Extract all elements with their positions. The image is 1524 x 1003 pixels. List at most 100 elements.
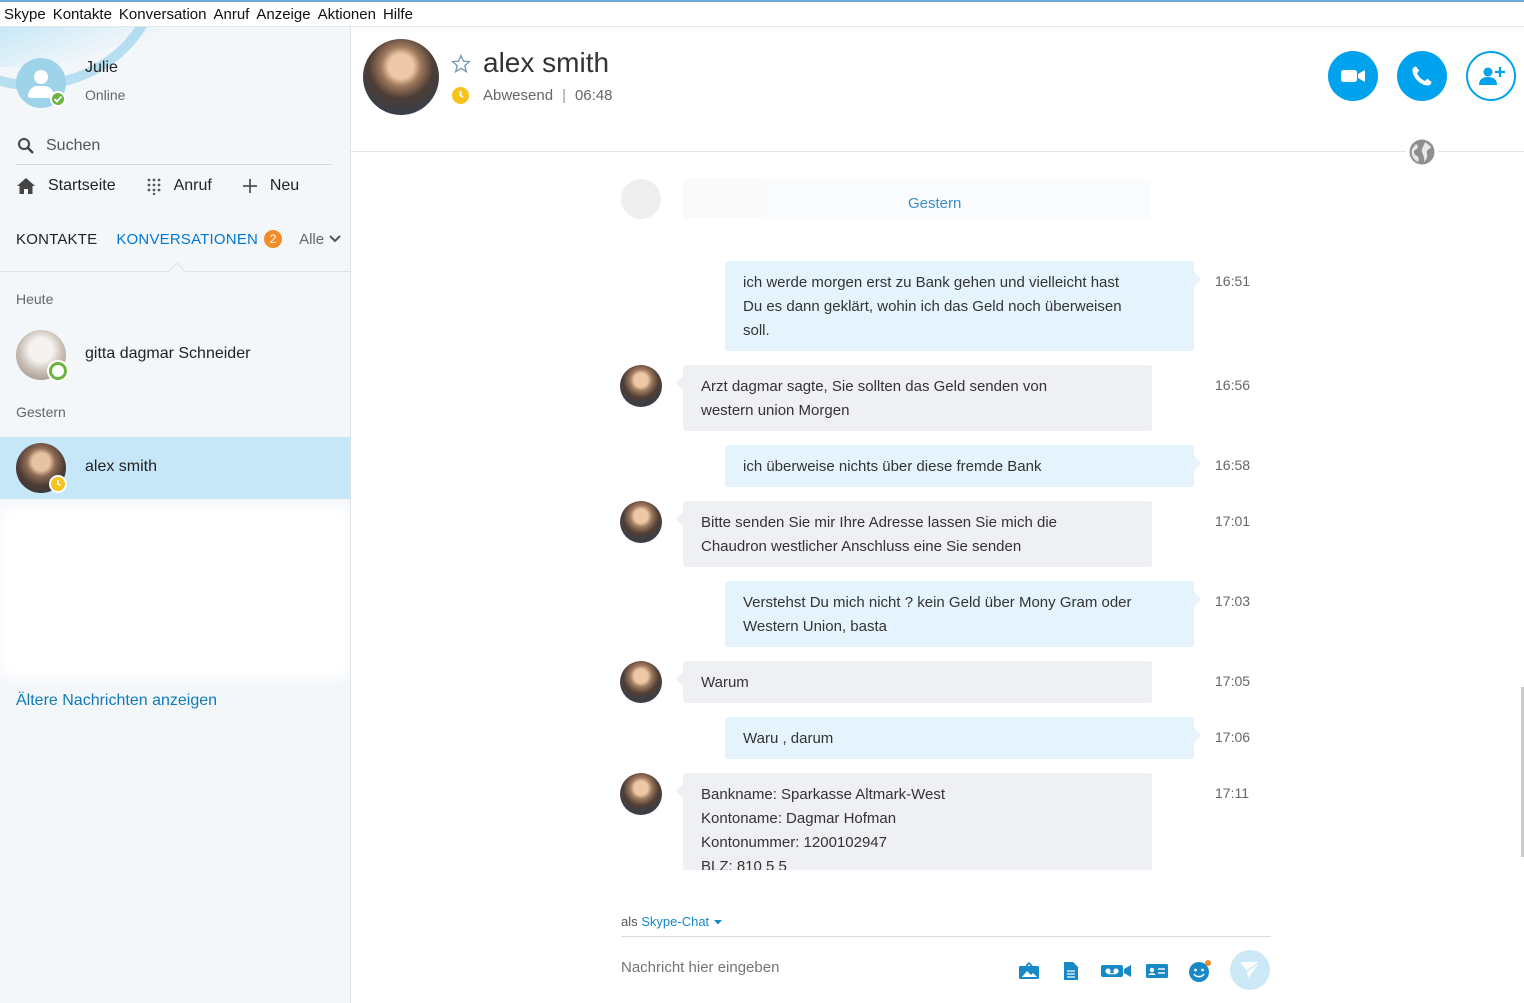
home-label: Startseite <box>48 177 116 194</box>
my-status[interactable]: Online <box>85 87 125 103</box>
header-divider <box>351 151 1524 152</box>
filter-dropdown[interactable]: Alle <box>299 231 341 248</box>
new-label: Neu <box>269 177 300 194</box>
phone-icon <box>1412 66 1432 86</box>
my-presence-indicator <box>50 91 66 107</box>
contact-name: alex smith <box>483 47 610 78</box>
section-today: Heute <box>16 291 54 307</box>
audio-call-button[interactable] <box>1397 51 1447 101</box>
composer-mode-prefix: als <box>621 914 638 929</box>
home-button[interactable]: Startseite <box>16 177 116 195</box>
menu-bar: Skype Kontakte Konversation Anruf Anzeige Akt… <box>0 0 1524 27</box>
contact-header-avatar[interactable] <box>363 39 439 115</box>
send-file-button[interactable] <box>1058 959 1084 983</box>
sender-avatar[interactable] <box>620 773 662 815</box>
file-icon <box>1064 962 1078 980</box>
presence-away-indicator <box>49 475 67 493</box>
menu-skype[interactable]: Skype <box>4 6 53 23</box>
send-contact-button[interactable] <box>1144 959 1170 983</box>
message-text: Verstehst Du mich nicht ? kein Geld über… <box>725 581 1194 647</box>
composer-mode-selector[interactable]: als Skype-Chat <box>621 914 723 929</box>
contact-status: Abwesend <box>483 87 554 104</box>
contact-status-line: Abwesend | 06:48 <box>483 87 613 104</box>
active-tab-indicator <box>168 262 186 280</box>
call-button[interactable]: Anruf <box>146 177 212 195</box>
message-text: Warum <box>683 661 1152 703</box>
message-list: Gestern ich werde morgen erst zu Bank ge… <box>351 177 1524 870</box>
date-separator: Gestern <box>908 195 962 212</box>
plus-icon <box>242 179 257 193</box>
unread-badge: 2 <box>264 230 283 248</box>
message-text: ich werde morgen erst zu Bank gehen und … <box>725 261 1194 351</box>
sender-avatar[interactable] <box>620 501 662 543</box>
clock-icon <box>459 91 464 98</box>
message-timestamp: 16:56 <box>1215 377 1251 393</box>
add-person-icon <box>1479 67 1505 85</box>
menu-anzeige[interactable]: Anzeige <box>256 6 317 23</box>
emoticon-button[interactable] <box>1187 959 1213 983</box>
message-timestamp: 17:06 <box>1215 729 1251 745</box>
my-name[interactable]: Julie <box>85 59 118 77</box>
tab-conversations[interactable]: KONVERSATIONEN <box>116 231 258 248</box>
message-text: Arzt dagmar sagte, Sie sollten das Geld … <box>683 365 1152 431</box>
conversation-item-gitta[interactable]: gitta dagmar Schneider <box>0 324 350 386</box>
filter-label: Alle <box>299 230 325 248</box>
emoticon-icon <box>1189 960 1211 982</box>
message-timestamp: 17:05 <box>1215 673 1251 689</box>
translator-button[interactable] <box>1406 136 1438 168</box>
conversation-name: gitta dagmar Schneider <box>85 345 251 362</box>
menu-hilfe[interactable]: Hilfe <box>383 6 420 23</box>
redacted-area <box>0 507 350 677</box>
clock-icon <box>57 480 61 487</box>
conversation-name: alex smith <box>85 458 158 475</box>
menu-aktionen[interactable]: Aktionen <box>318 6 383 23</box>
video-call-icon <box>1341 70 1365 82</box>
video-message-button[interactable] <box>1099 959 1133 983</box>
home-icon <box>17 178 35 194</box>
sidebar: Julie Online Suchen Startseite Anruf Neu… <box>0 27 351 1003</box>
away-status-icon <box>452 87 469 104</box>
faded-previous-message <box>619 177 1151 221</box>
message-text: ich überweise nichts über diese fremde B… <box>725 445 1194 487</box>
message-timestamp: 16:58 <box>1215 457 1251 473</box>
chevron-down-icon <box>329 235 341 243</box>
message-input[interactable] <box>621 959 1001 976</box>
contact-local-time: 06:48 <box>574 87 613 104</box>
sidebar-tabs: KONTAKTE KONVERSATIONEN 2 Alle <box>16 230 341 248</box>
dialpad-icon <box>147 178 160 195</box>
presence-online-indicator <box>49 362 67 380</box>
add-participant-button[interactable] <box>1466 51 1516 101</box>
search-label: Suchen <box>46 136 101 154</box>
conversation-item-alex[interactable]: alex smith <box>0 437 350 499</box>
menu-kontakte[interactable]: Kontakte <box>53 6 119 23</box>
message-text: Bitte senden Sie mir Ihre Adresse lassen… <box>683 501 1152 567</box>
search-box[interactable]: Suchen <box>16 127 331 165</box>
show-older-messages-link[interactable]: Ältere Nachrichten anzeigen <box>16 692 217 710</box>
menu-anruf[interactable]: Anruf <box>213 6 256 23</box>
message-timestamp: 17:11 <box>1215 785 1249 801</box>
contact-card-icon <box>1146 964 1168 978</box>
message-timestamp: 17:01 <box>1215 513 1251 529</box>
quick-nav: Startseite Anruf Neu <box>16 177 329 195</box>
tab-contacts[interactable]: KONTAKTE <box>16 231 97 248</box>
menu-konversation[interactable]: Konversation <box>119 6 214 23</box>
sender-avatar[interactable] <box>620 661 662 703</box>
chevron-down-icon <box>713 920 722 925</box>
message-text: Bankname: Sparkasse Altmark-West Kontona… <box>683 773 1152 870</box>
composer-mode-value: Skype-Chat <box>641 914 710 929</box>
section-yesterday: Gestern <box>16 404 66 420</box>
message-timestamp: 17:03 <box>1215 593 1251 609</box>
new-button[interactable]: Neu <box>242 177 299 195</box>
globe-icon <box>1409 139 1435 165</box>
send-image-button[interactable] <box>1016 959 1042 983</box>
search-icon <box>18 137 34 154</box>
sender-avatar[interactable] <box>620 365 662 407</box>
composer-divider <box>621 936 1271 937</box>
video-call-button[interactable] <box>1328 51 1378 101</box>
send-button[interactable] <box>1230 950 1270 990</box>
image-icon <box>1019 962 1039 979</box>
conversation-pane: alex smith Abwesend | 06:48 Gestern ich … <box>351 27 1524 1003</box>
star-icon[interactable] <box>451 54 471 74</box>
message-text: Waru , darum <box>725 717 1194 759</box>
send-icon <box>1240 961 1261 978</box>
